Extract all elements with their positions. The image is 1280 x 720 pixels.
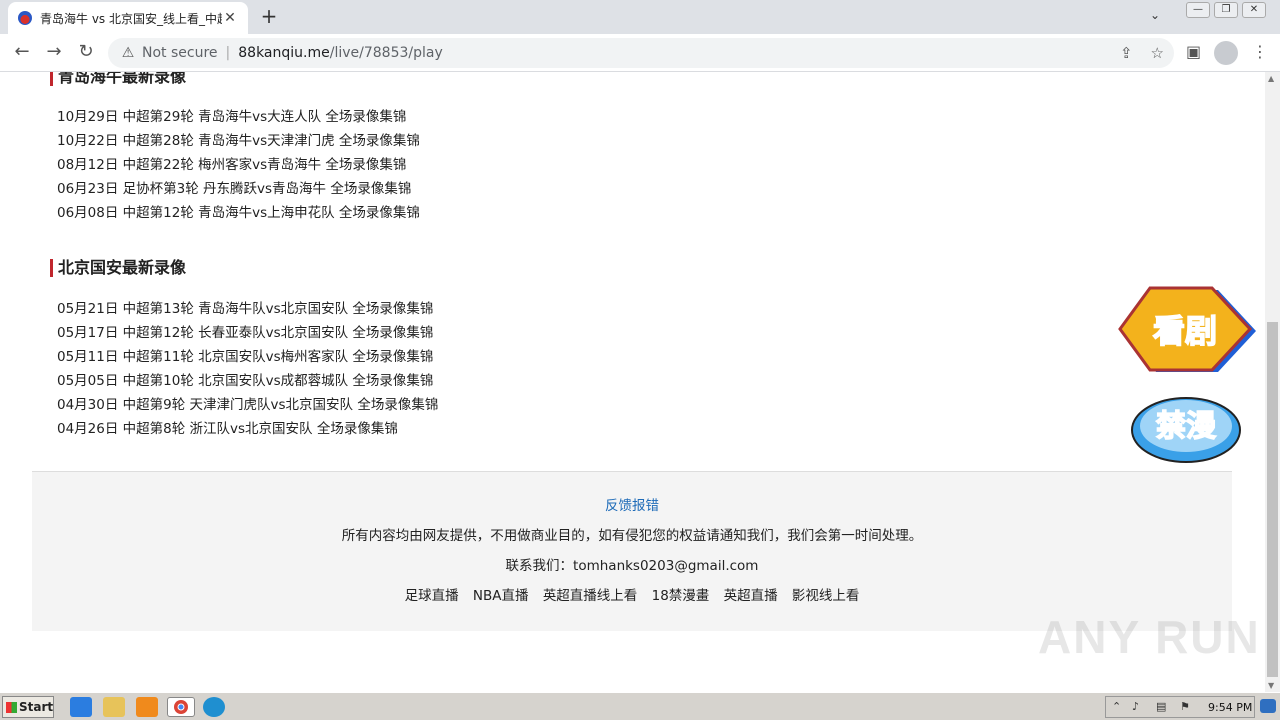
tab-strip: 青岛海牛 vs 北京国安_线上看_中超 ✕ + ⌄ — ❐ ✕ [0, 0, 1280, 34]
share-icon[interactable]: ⇪ [1120, 44, 1133, 62]
reload-icon[interactable]: ↻ [74, 41, 98, 65]
list-item[interactable]: 05月05日 中超第10轮 北京国安队vs成都蓉城队 全场录像集锦 [57, 369, 438, 393]
volume-icon[interactable]: ♪ [1132, 700, 1139, 713]
bookmark-star-icon[interactable]: ☆ [1151, 44, 1164, 62]
section-title-qingdao: 青岛海牛最新录像 [50, 72, 186, 86]
footer-links: 足球直播 NBA直播 英超直播线上看 18禁漫畫 英超直播 影视线上看 [32, 584, 1232, 604]
maximize-button[interactable]: ❐ [1214, 2, 1238, 18]
internet-explorer-icon[interactable] [70, 697, 92, 717]
page-footer: 反馈报错 所有内容均由网友提供，不用做商业目的，如有侵犯您的权益请通知我们，我们… [32, 471, 1232, 631]
feedback-link[interactable]: 反馈报错 [32, 494, 1232, 514]
contact-text: 联系我们：tomhanks0203@gmail.com [505, 558, 759, 574]
list-item[interactable]: 06月23日 足协杯第3轮 丹东腾跃vs青岛海牛 全场录像集锦 [57, 177, 420, 201]
section-title-beijing: 北京国安最新录像 [50, 259, 186, 277]
tray-expand-icon[interactable]: ⌃ [1112, 700, 1121, 713]
chrome-icon[interactable] [167, 697, 195, 717]
ad-watch-drama-badge[interactable]: 看剧 [1116, 286, 1258, 376]
disclaimer-text: 所有内容均由网友提供，不用做商业目的，如有侵犯您的权益请通知我们，我们会第一时间… [341, 528, 923, 544]
list-item[interactable]: 05月21日 中超第13轮 青岛海牛队vs北京国安队 全场录像集锦 [57, 297, 438, 321]
scroll-down-icon[interactable]: ▼ [1268, 681, 1274, 690]
qingdao-replay-list: 10月29日 中超第29轮 青岛海牛vs大连人队 全场录像集锦 10月22日 中… [57, 105, 420, 225]
media-player-icon[interactable] [136, 697, 158, 717]
beijing-replay-list: 05月21日 中超第13轮 青岛海牛队vs北京国安队 全场录像集锦 05月17日… [57, 297, 438, 441]
list-item[interactable]: 05月11日 中超第11轮 北京国安队vs梅州客家队 全场录像集锦 [57, 345, 438, 369]
list-item[interactable]: 06月08日 中超第12轮 青岛海牛vs上海申花队 全场录像集锦 [57, 201, 420, 225]
flag-icon[interactable]: ⚑ [1180, 700, 1190, 713]
browser-tab[interactable]: 青岛海牛 vs 北京国安_线上看_中超 ✕ [8, 2, 248, 34]
footer-link[interactable]: 足球直播 [405, 588, 459, 604]
network-icon[interactable]: ▤ [1156, 700, 1166, 713]
edge-icon[interactable] [203, 697, 225, 717]
address-bar[interactable]: ⚠ Not secure | 88kanqiu.me/live/78853/pl… [108, 38, 1174, 68]
address-separator: | [225, 45, 231, 61]
footer-link[interactable]: 英超直播 [724, 588, 778, 604]
page-scrollbar[interactable]: ▲ ▼ [1265, 72, 1280, 692]
show-desktop-icon[interactable] [1260, 699, 1276, 713]
footer-link[interactable]: 英超直播线上看 [543, 588, 638, 604]
tab-search-chevron-down-icon[interactable]: ⌄ [1150, 8, 1160, 22]
page-viewport: 青岛海牛最新录像 10月29日 中超第29轮 青岛海牛vs大连人队 全场录像集锦… [0, 72, 1265, 692]
close-window-button[interactable]: ✕ [1242, 2, 1266, 18]
footer-link[interactable]: 影视线上看 [792, 588, 860, 604]
scrollbar-thumb[interactable] [1267, 322, 1278, 677]
start-button[interactable]: Start [2, 696, 54, 718]
footer-link[interactable]: 18禁漫畫 [652, 588, 710, 604]
ad-comics-cloud[interactable]: 禁漫 [1130, 380, 1242, 466]
back-arrow-icon[interactable]: ← [10, 41, 34, 65]
anyrun-watermark: ANY RUN [1038, 611, 1261, 663]
ad1-text: 看剧 [1153, 312, 1217, 350]
list-item[interactable]: 04月30日 中超第9轮 天津津门虎队vs北京国安队 全场录像集锦 [57, 393, 438, 417]
system-tray: ⌃ ♪ ▤ ⚑ 9:54 PM [1105, 696, 1255, 718]
minimize-button[interactable]: — [1186, 2, 1210, 18]
file-explorer-icon[interactable] [103, 697, 125, 717]
window-controls: — ❐ ✕ [1182, 2, 1266, 18]
menu-kebab-icon[interactable]: ⋮ [1252, 42, 1268, 61]
site-favicon-icon [18, 11, 32, 25]
list-item[interactable]: 04月26日 中超第8轮 浙江队vs北京国安队 全场录像集锦 [57, 417, 438, 441]
taskbar-clock: 9:54 PM [1208, 701, 1253, 714]
os-taskbar: Start ⌃ ♪ ▤ ⚑ 9:54 PM [0, 692, 1280, 720]
warning-triangle-icon[interactable]: ⚠ [120, 45, 136, 61]
ad2-text: 禁漫 [1156, 409, 1216, 444]
url-host[interactable]: 88kanqiu.me [238, 45, 329, 61]
browser-toolbar: ← → ↻ ⚠ Not secure | 88kanqiu.me/live/78… [0, 34, 1280, 72]
forward-arrow-icon[interactable]: → [42, 41, 66, 65]
list-item[interactable]: 08月12日 中超第22轮 梅州客家vs青岛海牛 全场录像集锦 [57, 153, 420, 177]
scroll-up-icon[interactable]: ▲ [1268, 74, 1274, 83]
side-panel-icon[interactable]: ▣ [1186, 42, 1201, 61]
list-item[interactable]: 05月17日 中超第12轮 长春亚泰队vs北京国安队 全场录像集锦 [57, 321, 438, 345]
tab-title: 青岛海牛 vs 北京国安_线上看_中超 [40, 11, 222, 26]
list-item[interactable]: 10月22日 中超第28轮 青岛海牛vs天津津门虎 全场录像集锦 [57, 129, 420, 153]
new-tab-button[interactable]: + [258, 6, 280, 28]
profile-avatar[interactable] [1214, 41, 1238, 65]
footer-link[interactable]: NBA直播 [473, 588, 529, 604]
tab-close-icon[interactable]: ✕ [222, 10, 238, 26]
list-item[interactable]: 10月29日 中超第29轮 青岛海牛vs大连人队 全场录像集锦 [57, 105, 420, 129]
security-label[interactable]: Not secure [142, 45, 218, 61]
url-path[interactable]: /live/78853/play [330, 45, 443, 61]
